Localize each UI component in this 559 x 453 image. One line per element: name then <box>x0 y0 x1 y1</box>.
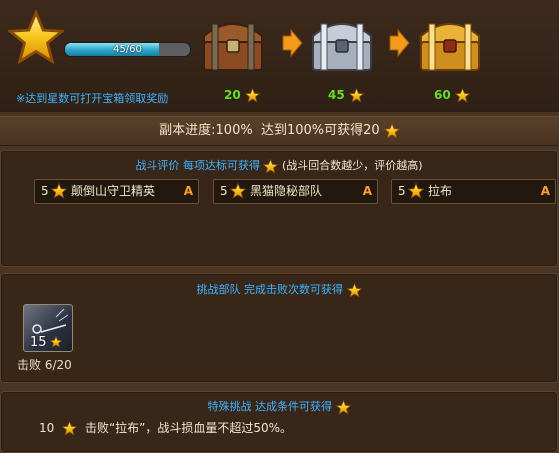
chest-2-requirement: 45 <box>328 88 364 103</box>
rating-item-name: 黑猫隐秘部队 <box>250 184 323 198</box>
battle-rating-panel: 战斗评价 每项达标可获得 (战斗回合数越少，评价越高) 5 颠倒山守卫精英 A … <box>0 150 558 267</box>
rating-item-2[interactable]: 5 黑猫隐秘部队 A <box>213 179 378 204</box>
silver-chest-icon[interactable] <box>305 10 379 74</box>
star-icon <box>230 183 246 199</box>
rating-item-1[interactable]: 5 颠倒山守卫精英 A <box>34 179 199 204</box>
battle-rating-note: (战斗回合数越少，评价越高) <box>281 159 423 172</box>
star-icon <box>455 88 470 103</box>
star-icon <box>349 88 364 103</box>
arrow-right-icon <box>389 28 410 58</box>
rating-item-name: 颠倒山守卫精英 <box>71 184 156 198</box>
wooden-chest-icon[interactable] <box>196 10 270 74</box>
unit-level: 15 <box>30 335 47 350</box>
star-progress-text: 45/60 <box>113 44 142 55</box>
chest-3-requirement-value: 60 <box>434 88 451 102</box>
arrow-right-icon <box>282 28 303 58</box>
special-challenge-title-text: 特殊挑战 达成条件可获得 <box>207 400 333 413</box>
dungeon-progress-text: 副本进度:100% 达到100%可获得20 <box>159 123 380 138</box>
enemy-unit-icon[interactable]: 15 <box>23 304 73 352</box>
special-challenge-panel: 特殊挑战 达成条件可获得 10 击败“拉布”，战斗损血量不超过50%。 <box>0 391 558 453</box>
star-icon <box>384 123 400 139</box>
rating-item-stars: 5 <box>398 184 406 198</box>
chest-1-requirement-value: 20 <box>224 88 241 102</box>
star-icon <box>8 10 64 66</box>
kill-count-text: 击败 6/20 <box>17 358 72 372</box>
special-reward-count: 10 <box>39 421 55 435</box>
gold-chest-icon[interactable] <box>413 10 487 74</box>
rating-item-grade: A <box>362 184 372 198</box>
challenge-title: 挑战部队 完成击败次数可获得 <box>1 281 557 298</box>
star-progress-bar: 45/60 <box>64 42 191 57</box>
special-condition: 10 击败“拉布”，战斗损血量不超过50%。 <box>39 419 292 436</box>
star-icon <box>245 88 260 103</box>
chest-2-requirement-value: 45 <box>328 88 345 102</box>
star-icon <box>50 336 62 348</box>
special-challenge-title: 特殊挑战 达成条件可获得 <box>1 398 557 415</box>
special-condition-text: 击败“拉布”，战斗损血量不超过50%。 <box>84 421 293 435</box>
star-icon <box>336 400 351 415</box>
challenge-title-text: 挑战部队 完成击败次数可获得 <box>196 283 344 296</box>
rating-item-grade: A <box>183 184 193 198</box>
rating-item-3[interactable]: 5 拉布 A <box>391 179 556 204</box>
star-icon <box>51 183 67 199</box>
battle-rating-title-text: 战斗评价 每项达标可获得 <box>135 159 260 172</box>
star-reward-bar: 45/60 ※达到星数可打开宝箱领取奖励 20 45 60 <box>0 0 559 112</box>
rating-item-grade: A <box>540 184 550 198</box>
star-icon <box>408 183 424 199</box>
star-icon <box>263 159 278 174</box>
rating-item-stars: 5 <box>41 184 49 198</box>
chest-3-requirement: 60 <box>434 88 470 103</box>
chest-hint-text: ※达到星数可打开宝箱领取奖励 <box>16 92 169 105</box>
battle-rating-title: 战斗评价 每项达标可获得 (战斗回合数越少，评价越高) <box>1 157 557 174</box>
star-icon <box>62 421 77 436</box>
star-icon <box>347 283 362 298</box>
chest-1-requirement: 20 <box>224 88 260 103</box>
dungeon-progress: 副本进度:100% 达到100%可获得20 <box>0 116 559 146</box>
rating-item-stars: 5 <box>220 184 228 198</box>
rating-item-name: 拉布 <box>428 184 453 198</box>
challenge-panel: 挑战部队 完成击败次数可获得 15 击败 6/20 <box>0 273 558 383</box>
